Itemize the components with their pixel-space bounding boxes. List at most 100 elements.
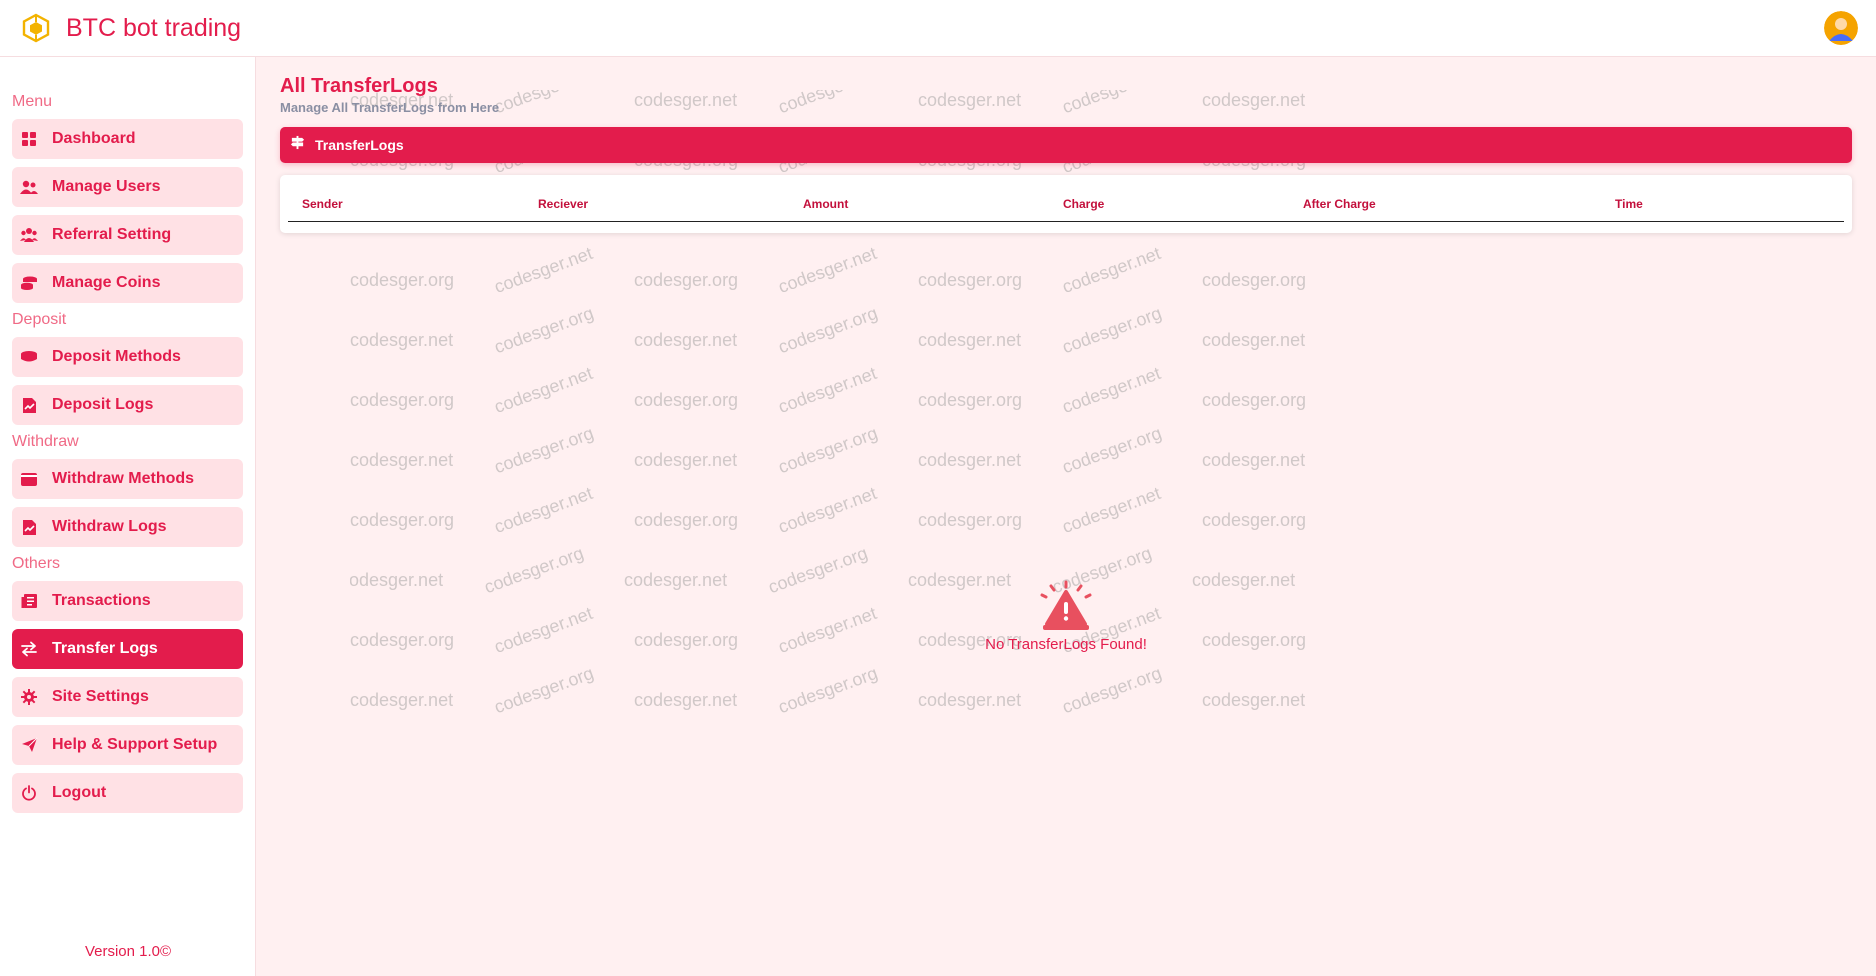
watermark-text: codesger.org: [1202, 630, 1307, 650]
watermark-text: codesger.org: [775, 302, 881, 358]
watermark-text: codesger.org: [491, 662, 597, 718]
column-header-sender[interactable]: Sender: [302, 197, 343, 211]
watermark-text: codesger.org: [491, 302, 597, 358]
watermark-text: codesger.net: [1202, 330, 1306, 350]
signpost-icon: [290, 135, 305, 155]
table-header: Sender Reciever Amount Charge After Char…: [288, 185, 1844, 222]
sidebar-section-withdraw: Withdraw: [12, 433, 79, 450]
column-header-reciever[interactable]: Reciever: [538, 197, 588, 211]
watermark-text: codesger.net: [775, 483, 880, 538]
power-icon: [20, 784, 38, 802]
watermark-text: codesger.net: [1059, 363, 1164, 418]
sidebar-item-help-and-support-setup[interactable]: Help & Support Setup: [12, 725, 243, 765]
sidebar-item-label: Logout: [52, 784, 107, 801]
watermark-text: codesger.org: [634, 510, 739, 530]
app-logo[interactable]: BTC bot trading: [20, 12, 241, 44]
sidebar-item-deposit-logs[interactable]: Deposit Logs: [12, 385, 243, 425]
sidebar-nav: Menu Dashboard Manage Users Referral Set…: [12, 93, 243, 813]
watermark-text: codesger.org: [1202, 270, 1307, 290]
watermark-text: codesger.org: [918, 510, 1023, 530]
watermark-text: codesger.org: [350, 270, 455, 290]
users-icon: [20, 178, 38, 196]
watermark-text: codesger.net: [491, 243, 596, 298]
sidebar-item-manage-users[interactable]: Manage Users: [12, 167, 243, 207]
watermark-text: codesger.net: [918, 330, 1022, 350]
watermark-text: codesger.org: [350, 630, 455, 650]
watermark-text: codesger.org: [1059, 422, 1165, 478]
watermark-text: codesger.org: [634, 630, 739, 650]
sidebar-item-withdraw-logs[interactable]: Withdraw Logs: [12, 507, 243, 547]
alert-siren-icon: [1035, 580, 1097, 632]
sidebar-item-label: Site Settings: [52, 688, 149, 705]
sidebar: Menu Dashboard Manage Users Referral Set…: [0, 57, 256, 976]
sidebar-item-label: Manage Users: [52, 178, 161, 195]
sidebar-item-dashboard[interactable]: Dashboard: [12, 119, 243, 159]
watermark-text: codesger.org: [481, 542, 587, 598]
sidebar-item-transactions[interactable]: Transactions: [12, 581, 243, 621]
watermark-text: codesger.net: [634, 450, 738, 470]
watermark-text: codesger.net: [1192, 570, 1296, 590]
sidebar-item-manage-coins[interactable]: Manage Coins: [12, 263, 243, 303]
empty-state: No TransferLogs Found!: [966, 580, 1166, 653]
sidebar-item-label: Referral Setting: [52, 226, 172, 243]
watermark-text: codesger.net: [1202, 450, 1306, 470]
gear-icon: [20, 688, 38, 706]
watermark-text: codesger.net: [918, 450, 1022, 470]
watermark-text: codesger.org: [634, 270, 739, 290]
wallet-icon: [20, 470, 38, 488]
watermark-text: codesger.org: [1059, 302, 1165, 358]
sidebar-item-label: Manage Coins: [52, 274, 161, 291]
paper-plane-icon: [20, 736, 38, 754]
watermark-text: codesger.org: [350, 390, 455, 410]
watermark-text: codesger.net: [491, 483, 596, 538]
watermark-text: codesger.net: [775, 243, 880, 298]
watermark-text: codesger.org: [350, 510, 455, 530]
watermark-text: codesger.org: [634, 390, 739, 410]
sidebar-item-label: Deposit Methods: [52, 348, 181, 365]
watermark-text: codesger.org: [1202, 510, 1307, 530]
page-title: All TransferLogs: [280, 75, 438, 97]
file-chart-icon: [20, 396, 38, 414]
watermark-text: codesger.org: [491, 422, 597, 478]
watermark-text: codesger.org: [775, 422, 881, 478]
column-header-charge[interactable]: Charge: [1063, 197, 1104, 211]
watermark-text: codesger.org: [918, 390, 1023, 410]
column-header-after-charge[interactable]: After Charge: [1303, 197, 1376, 211]
watermark-text: codesger.net: [350, 450, 454, 470]
transferlogs-header-bar: TransferLogs: [280, 127, 1852, 163]
transferlogs-table: Sender Reciever Amount Charge After Char…: [280, 175, 1852, 233]
watermark-text: codesger.net: [350, 570, 444, 590]
user-avatar-icon[interactable]: [1824, 11, 1858, 45]
watermark-text: codesger.org: [918, 270, 1023, 290]
watermark-text: codesger.net: [1202, 690, 1306, 710]
watermark-text: codesger.org: [765, 542, 871, 598]
grid-icon: [20, 130, 38, 148]
cube-logo-icon: [20, 12, 52, 44]
watermark-text: codesger.org: [1059, 662, 1165, 718]
column-header-amount[interactable]: Amount: [803, 197, 848, 211]
sidebar-item-deposit-methods[interactable]: Deposit Methods: [12, 337, 243, 377]
watermark-text: codesger.net: [775, 363, 880, 418]
watermark-text: codesger.org: [1202, 390, 1307, 410]
sidebar-item-label: Transactions: [52, 592, 151, 609]
watermark-text: codesger.net: [491, 603, 596, 658]
watermark-text: codesger.net: [1059, 243, 1164, 298]
column-header-time[interactable]: Time: [1615, 197, 1643, 211]
sidebar-section-others: Others: [12, 555, 61, 572]
user-group-icon: [20, 226, 38, 244]
main-content: All TransferLogs Manage All TransferLogs…: [280, 75, 1852, 233]
top-header: BTC bot trading: [0, 0, 1876, 57]
watermark-text: codesger.org: [775, 662, 881, 718]
sidebar-item-referral-setting[interactable]: Referral Setting: [12, 215, 243, 255]
watermark-text: codesger.net: [350, 330, 454, 350]
sidebar-item-transfer-logs[interactable]: Transfer Logs: [12, 629, 243, 669]
sidebar-item-withdraw-methods[interactable]: Withdraw Methods: [12, 459, 243, 499]
sidebar-item-site-settings[interactable]: Site Settings: [12, 677, 243, 717]
sidebar-item-logout[interactable]: Logout: [12, 773, 243, 813]
watermark-text: codesger.net: [775, 603, 880, 658]
version-label: Version 1.0©: [84, 943, 172, 960]
watermark-text: codesger.net: [918, 690, 1022, 710]
sidebar-item-label: Deposit Logs: [52, 396, 154, 413]
watermark-text: codesger.net: [1059, 483, 1164, 538]
watermark-text: codesger.net: [350, 690, 454, 710]
